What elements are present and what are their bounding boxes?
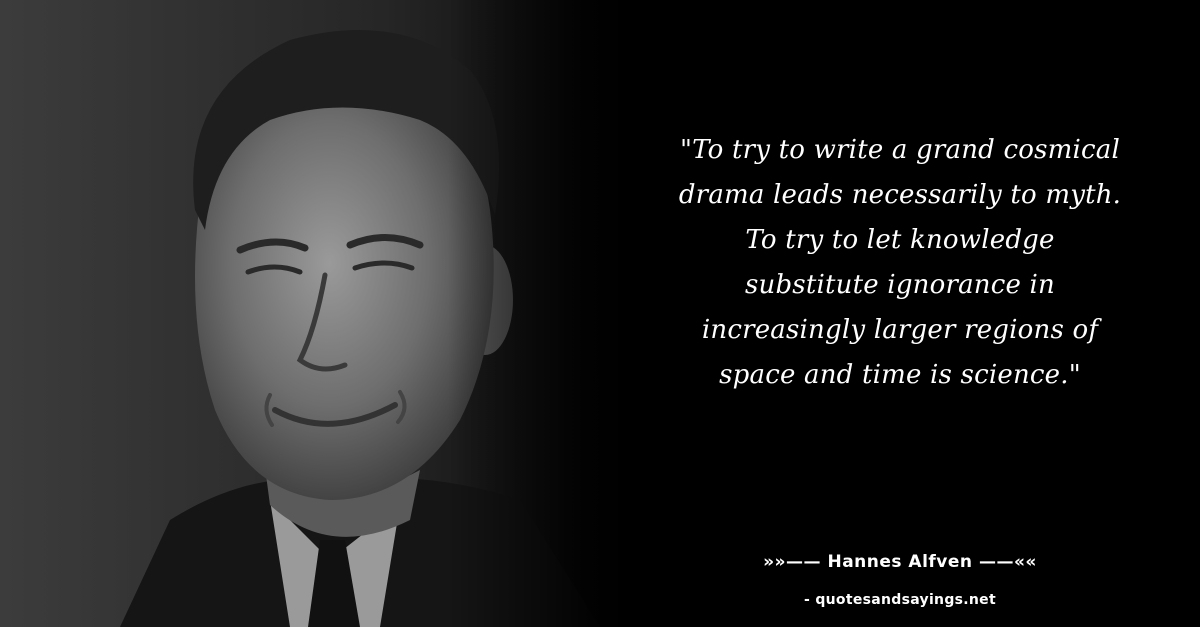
quote-line: space and time is science." xyxy=(719,360,1081,390)
quote-line: substitute ignorance in xyxy=(744,270,1056,300)
author-attribution: »»—— Hannes Alfven ——«« xyxy=(763,552,1037,572)
quote-text: "To try to write a grand cosmical drama … xyxy=(640,128,1160,398)
quote-line: "To try to write a grand cosmical xyxy=(680,135,1120,165)
quote-line: drama leads necessarily to myth. xyxy=(678,180,1122,210)
source-watermark: - quotesandsayings.net xyxy=(804,592,996,608)
quote-line: To try to let knowledge xyxy=(745,225,1055,255)
portrait-photo xyxy=(0,0,640,627)
photo-fade-overlay xyxy=(0,0,640,627)
quote-line: increasingly larger regions of xyxy=(701,315,1099,345)
